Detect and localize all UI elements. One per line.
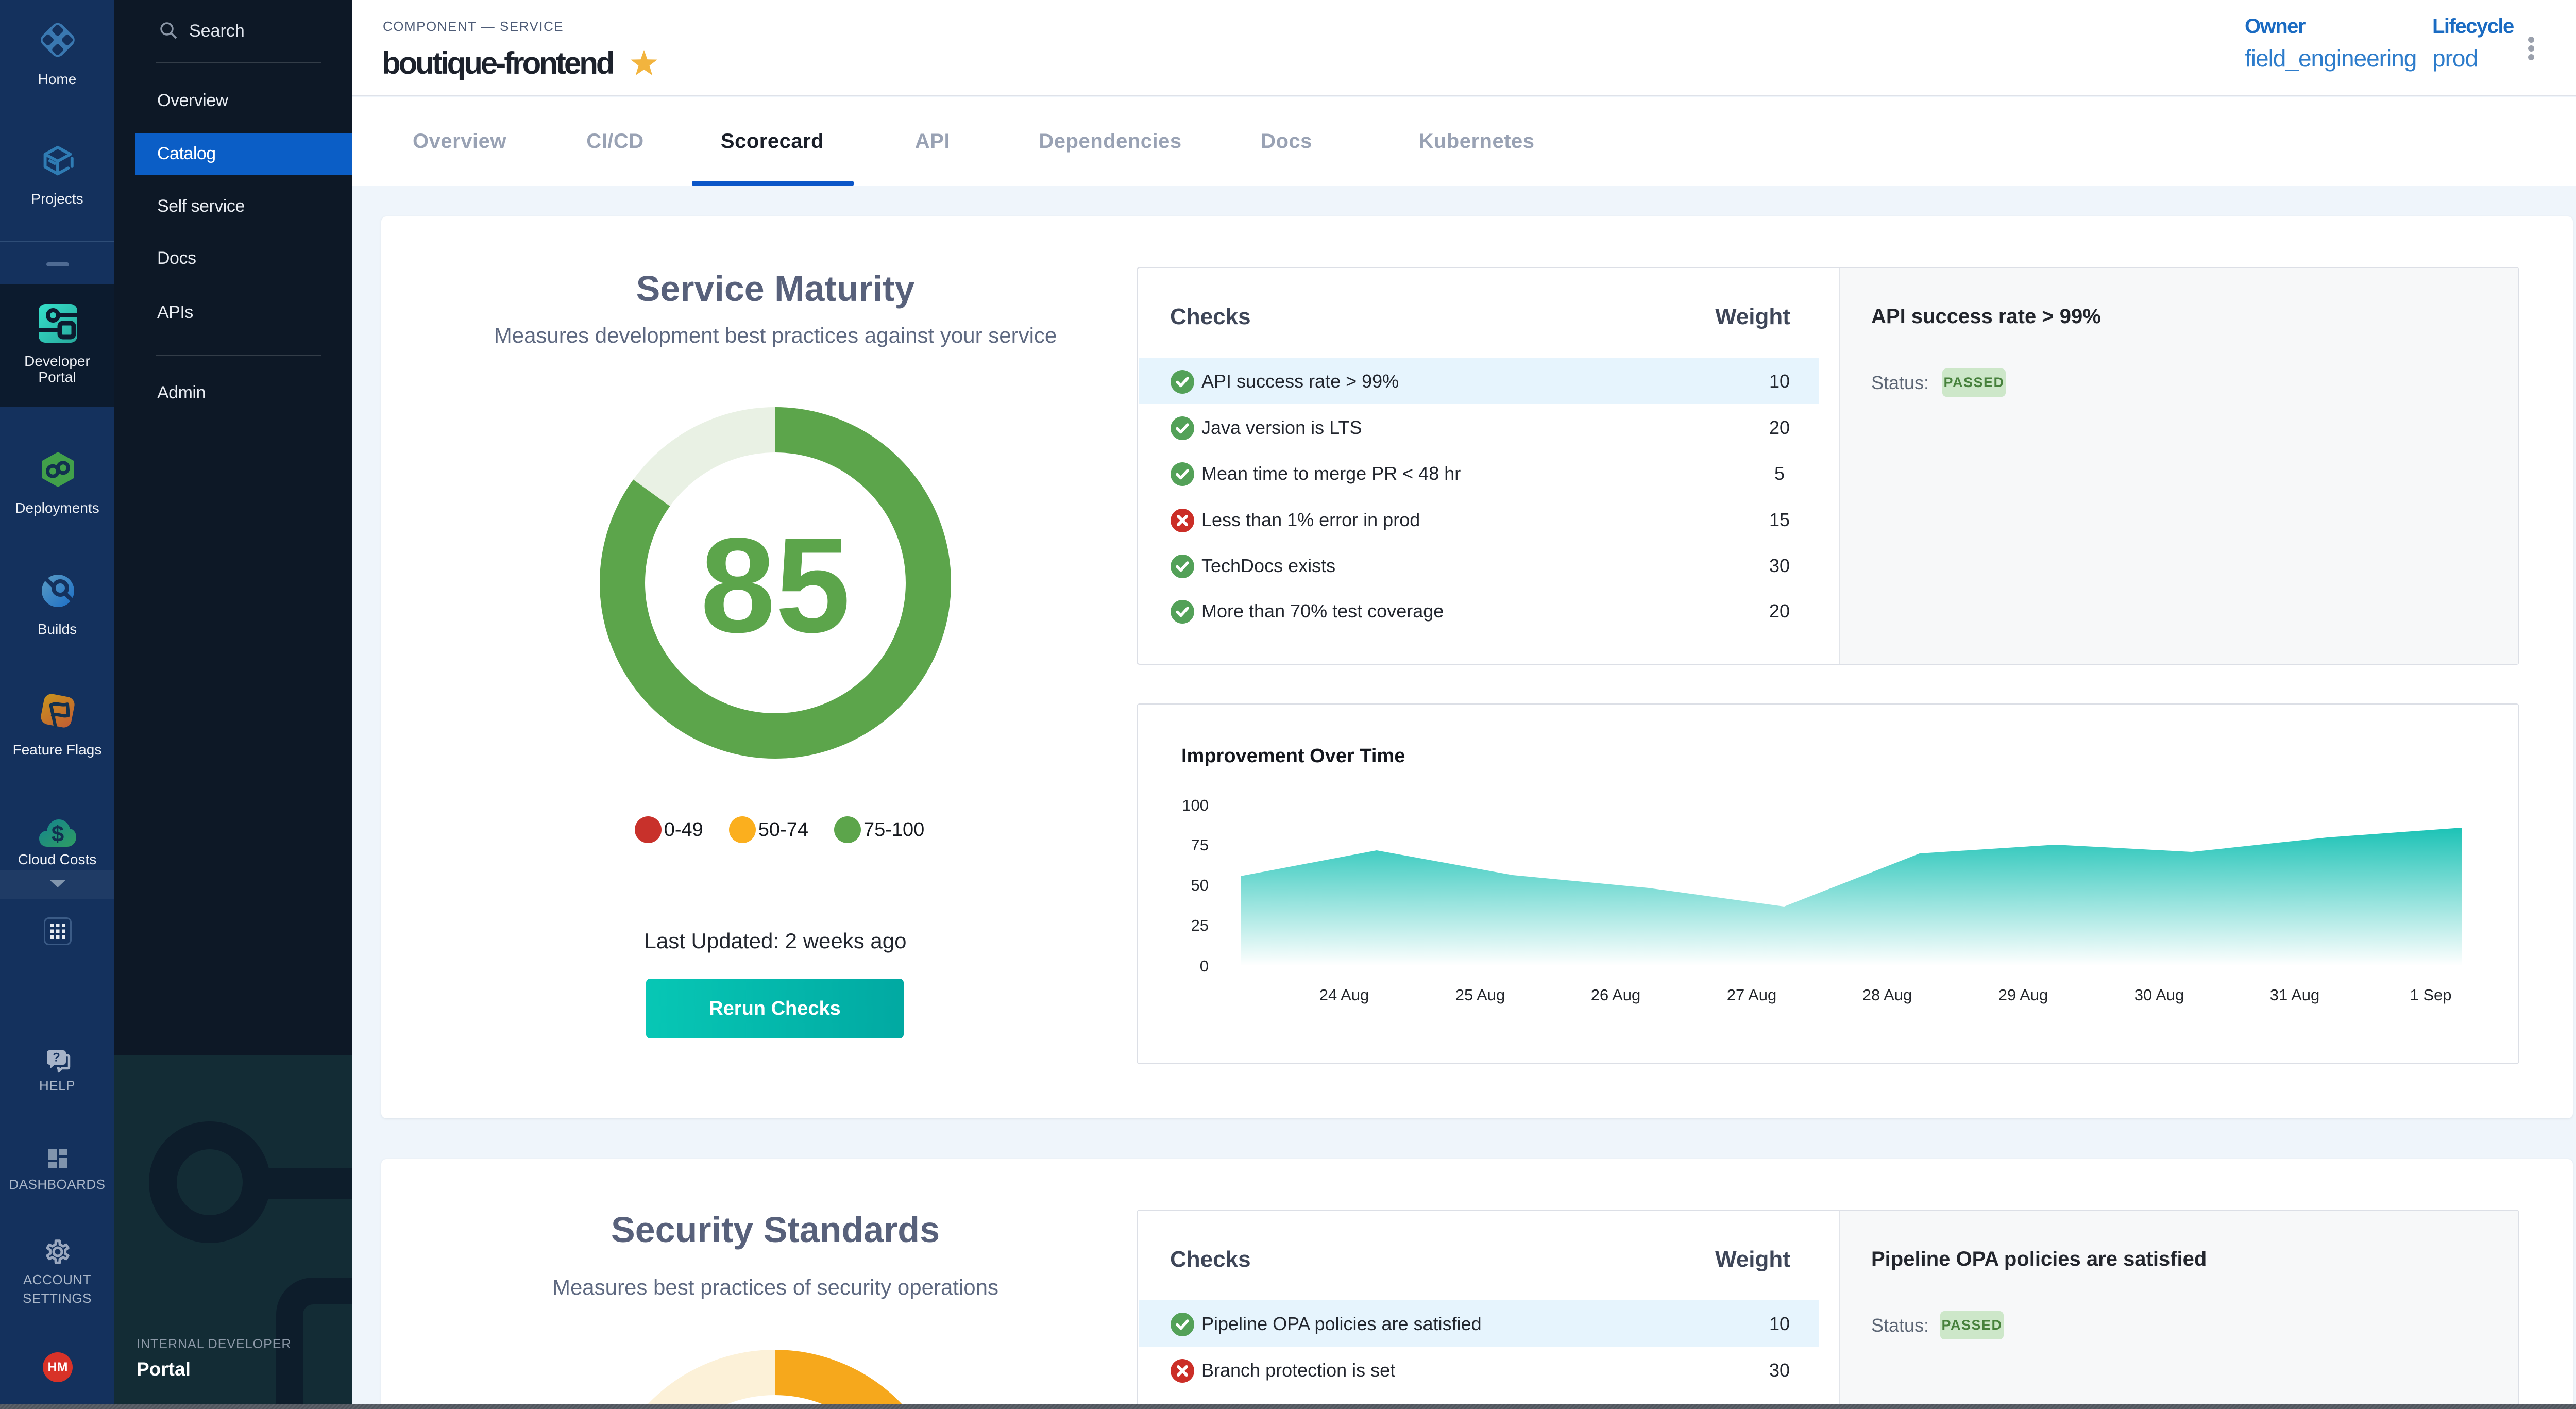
svg-text:31 Aug: 31 Aug	[2270, 986, 2320, 1004]
svg-text:28 Aug: 28 Aug	[1862, 986, 1912, 1004]
svg-text:29 Aug: 29 Aug	[1998, 986, 2048, 1004]
svg-text:?: ?	[53, 1051, 60, 1065]
svg-text:75: 75	[1191, 836, 1209, 854]
svg-text:$: $	[52, 821, 64, 847]
svg-text:0: 0	[1200, 957, 1209, 975]
svg-text:26 Aug: 26 Aug	[1591, 986, 1641, 1004]
svg-text:100: 100	[1182, 796, 1209, 814]
svg-text:Improvement Over Time: Improvement Over Time	[1181, 745, 1405, 767]
svg-text:24 Aug: 24 Aug	[1319, 986, 1369, 1004]
svg-text:25 Aug: 25 Aug	[1455, 986, 1505, 1004]
svg-text:1 Sep: 1 Sep	[2410, 986, 2451, 1004]
svg-text:25: 25	[1191, 916, 1209, 934]
svg-text:30 Aug: 30 Aug	[2134, 986, 2184, 1004]
svg-text:50: 50	[1191, 876, 1209, 894]
svg-text:85: 85	[700, 510, 850, 661]
svg-text:27 Aug: 27 Aug	[1727, 986, 1777, 1004]
